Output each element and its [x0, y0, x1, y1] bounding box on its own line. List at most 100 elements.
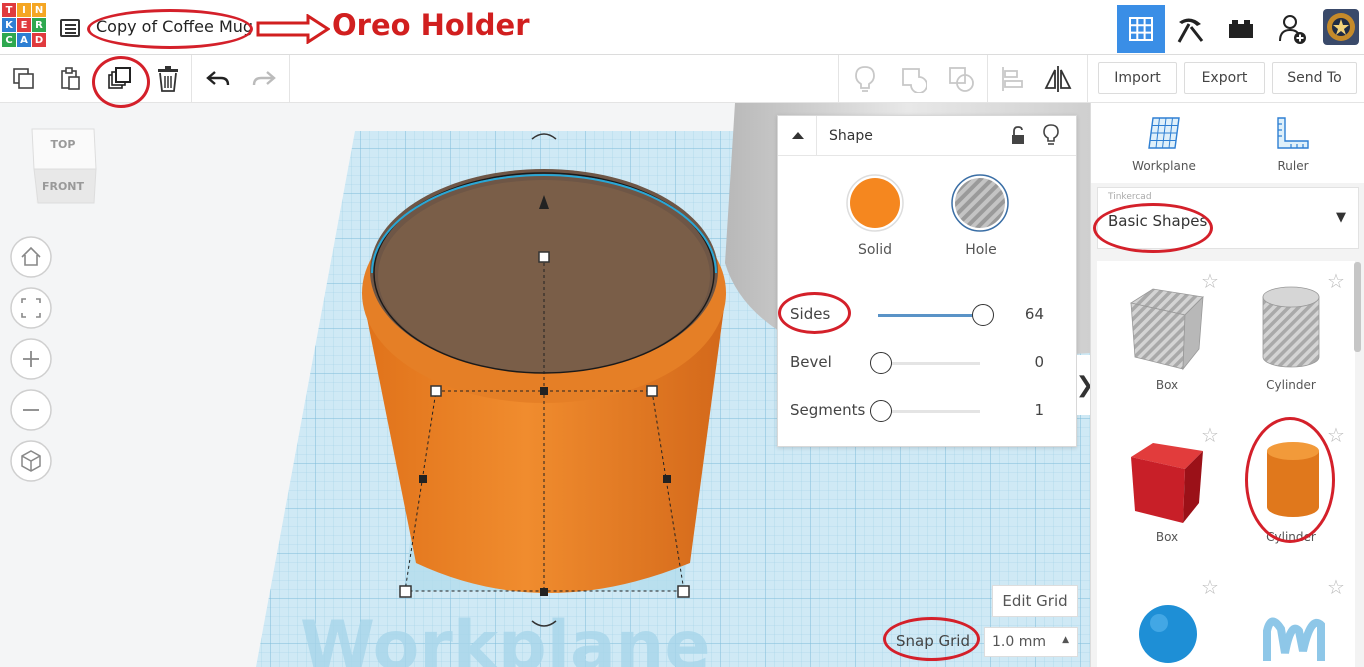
ruler-icon[interactable] — [1275, 115, 1311, 151]
shape-solid-box[interactable] — [1127, 437, 1207, 527]
group-button[interactable] — [897, 63, 929, 95]
snap-grid-label: Snap Grid — [896, 632, 970, 650]
mirror-icon — [1044, 66, 1072, 92]
slider-knob[interactable] — [972, 304, 994, 326]
prop-label: Sides — [790, 305, 831, 323]
favorite-star-icon[interactable]: ☆ — [1327, 269, 1345, 293]
shape-label: Cylinder — [1266, 378, 1316, 392]
logo-letter: C — [2, 33, 16, 47]
chevron-down-icon[interactable]: ▼ — [1336, 210, 1346, 225]
prop-value[interactable]: 1 — [1034, 401, 1044, 419]
top-bar: TIN KER CAD Copy of Coffee Mug Oreo Holder — [0, 0, 1364, 55]
duplicate-icon — [108, 67, 131, 89]
chevron-up-icon: ▲ — [1062, 635, 1069, 645]
right-panel: Workplane Ruler Tinkercad Basic Shapes ▼… — [1090, 103, 1364, 667]
slider-knob[interactable] — [870, 400, 892, 422]
logo-letter: A — [17, 33, 31, 47]
edit-grid-button[interactable]: Edit Grid — [992, 585, 1078, 617]
shape-hole-cylinder[interactable] — [1259, 285, 1323, 371]
build-button[interactable] — [1166, 5, 1214, 53]
collapse-up-icon[interactable] — [790, 129, 806, 141]
design-list-icon[interactable] — [60, 19, 80, 37]
workplane-label[interactable]: Workplane — [1124, 159, 1204, 173]
home-view-button[interactable] — [9, 235, 53, 279]
logo-letter: K — [2, 18, 16, 32]
avatar[interactable] — [1323, 9, 1359, 45]
notes-button[interactable] — [849, 63, 881, 95]
pickaxe-icon — [1177, 18, 1204, 43]
favorite-star-icon[interactable]: ☆ — [1201, 269, 1219, 293]
shape-list-scrollbar[interactable] — [1354, 262, 1361, 352]
zoom-out-button[interactable] — [9, 388, 53, 432]
inspector-header: Shape — [778, 116, 1076, 156]
lock-icon[interactable] — [1010, 126, 1026, 146]
grid-view-icon — [1129, 17, 1153, 41]
favorite-star-icon[interactable]: ☆ — [1201, 423, 1219, 447]
shape-grid: Box ☆ Cylinder ☆ Box ☆ Cylinder ☆ ☆ ☆ — [1097, 261, 1355, 667]
shape-label: Box — [1155, 378, 1179, 392]
slider-track[interactable] — [878, 362, 980, 365]
zoom-in-button[interactable] — [9, 337, 53, 381]
slider-fill — [878, 314, 980, 317]
tinkercad-logo[interactable]: TIN KER CAD — [2, 3, 46, 51]
lightbulb-icon — [855, 66, 875, 92]
undo-icon — [206, 71, 230, 86]
copy-button[interactable] — [8, 63, 40, 95]
prop-value[interactable]: 64 — [1025, 305, 1044, 323]
shape-scribble[interactable] — [1261, 601, 1327, 667]
favorite-star-icon[interactable]: ☆ — [1201, 575, 1219, 599]
logo-letter: N — [32, 3, 46, 17]
view-cube-front-label: FRONT — [42, 180, 85, 193]
perspective-button[interactable] — [9, 439, 53, 483]
redo-icon — [252, 71, 276, 86]
lightbulb-icon[interactable] — [1042, 124, 1060, 146]
ruler-label[interactable]: Ruler — [1253, 159, 1333, 173]
workplane-watermark: Workplane — [300, 607, 710, 667]
workplane-icon[interactable] — [1145, 115, 1183, 151]
paste-button[interactable] — [54, 63, 86, 95]
align-button[interactable] — [996, 63, 1028, 95]
favorite-star-icon[interactable]: ☆ — [1327, 423, 1345, 447]
prop-label: Bevel — [790, 353, 832, 371]
prop-label: Segments — [790, 401, 866, 419]
undo-button[interactable] — [202, 63, 234, 95]
bricks-button[interactable] — [1217, 5, 1265, 53]
shape-hole-box[interactable] — [1127, 283, 1207, 373]
hole-swatch-button[interactable] — [950, 173, 1010, 233]
ungroup-icon — [949, 67, 974, 92]
export-button[interactable]: Export — [1184, 62, 1265, 94]
fit-view-button[interactable] — [9, 286, 53, 330]
favorite-star-icon[interactable]: ☆ — [1327, 575, 1345, 599]
toolbar: Import Export Send To — [0, 55, 1364, 103]
send-to-button[interactable]: Send To — [1272, 62, 1357, 94]
align-icon — [1002, 67, 1023, 91]
trash-icon — [158, 66, 178, 92]
grid-view-button[interactable] — [1117, 5, 1165, 53]
add-user-button[interactable] — [1269, 5, 1317, 53]
annotation-label: Oreo Holder — [332, 8, 530, 42]
workplane-tools: Workplane Ruler — [1091, 103, 1364, 183]
shape-sphere[interactable] — [1135, 601, 1201, 667]
add-user-icon — [1279, 15, 1306, 44]
bricks-icon — [1229, 20, 1253, 38]
shape-library-select[interactable]: Tinkercad Basic Shapes ▼ — [1097, 187, 1359, 249]
solid-label: Solid — [857, 242, 893, 258]
mirror-button[interactable] — [1042, 63, 1074, 95]
ungroup-button[interactable] — [945, 63, 977, 95]
solid-swatch-button[interactable] — [845, 173, 905, 233]
snap-grid-select[interactable]: 1.0 mm ▲ — [984, 627, 1078, 657]
delete-button[interactable] — [152, 63, 184, 95]
inspector-title: Shape — [829, 128, 873, 144]
view-cube[interactable]: TOP FRONT — [28, 125, 98, 207]
avatar-star-icon — [1327, 13, 1355, 41]
design-title[interactable]: Copy of Coffee Mug — [96, 17, 253, 36]
slider-track[interactable] — [878, 410, 980, 413]
import-button[interactable]: Import — [1098, 62, 1177, 94]
redo-button[interactable] — [248, 63, 280, 95]
slider-knob[interactable] — [870, 352, 892, 374]
duplicate-button[interactable] — [104, 63, 136, 95]
logo-letter: E — [17, 18, 31, 32]
prop-value[interactable]: 0 — [1034, 353, 1044, 371]
shape-inspector: Shape Solid Hole Sides 64 Bevel 0 Segments 1 — [777, 115, 1077, 447]
shape-solid-cylinder[interactable] — [1263, 441, 1323, 521]
